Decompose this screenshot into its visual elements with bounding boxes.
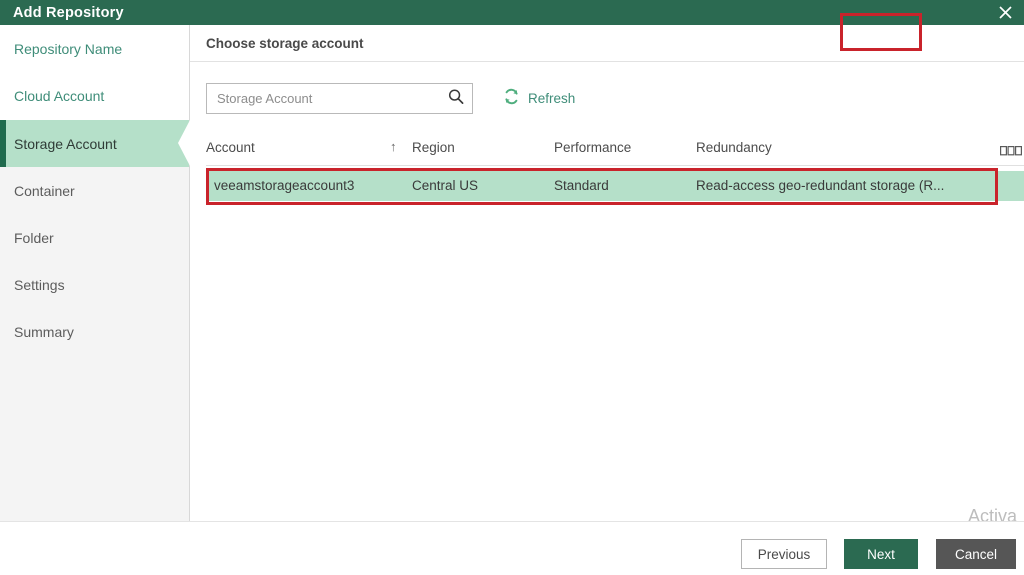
sidebar-item-label: Container (14, 182, 75, 199)
refresh-icon (503, 88, 520, 110)
window-title: Add Repository (13, 4, 124, 21)
sidebar-item-label: Storage Account (14, 135, 117, 152)
content-panel: Choose storage account Storage Account R… (190, 25, 1024, 521)
wizard-steps-sidebar: Repository Name Cloud Account Storage Ac… (0, 25, 190, 521)
title-bar: Add Repository (0, 0, 1024, 25)
search-field[interactable] (206, 83, 473, 114)
refresh-label: Refresh (528, 91, 576, 106)
sidebar-item-folder[interactable]: Folder (0, 214, 189, 261)
cell-region: Central US (412, 178, 479, 193)
toolbar: Refresh (206, 83, 575, 114)
cancel-button[interactable]: Cancel (936, 539, 1016, 569)
storage-account-table: Account ↑ Region Performance Redundancy … (206, 133, 1024, 201)
sidebar-item-label: Settings (14, 276, 65, 293)
sidebar-item-settings[interactable]: Settings (0, 261, 189, 308)
search-icon[interactable] (448, 88, 464, 109)
previous-button[interactable]: Previous (741, 539, 827, 569)
page-title: Choose storage account (206, 35, 364, 51)
refresh-button[interactable]: Refresh (503, 88, 575, 110)
dialog-footer: Previous Next Cancel (0, 521, 1024, 575)
column-header-account[interactable]: Account (206, 140, 255, 155)
search-input[interactable] (207, 84, 472, 113)
sidebar-item-label: Cloud Account (14, 87, 105, 104)
cell-performance: Standard (554, 178, 609, 193)
table-row[interactable]: veeamstorageaccount3 Central US Standard… (206, 171, 1024, 201)
content-header: Choose storage account (190, 25, 1024, 62)
column-header-region[interactable]: Region (412, 140, 455, 155)
next-button[interactable]: Next (844, 539, 918, 569)
add-repository-dialog: Add Repository Repository Name Cloud Acc… (0, 0, 1024, 575)
column-header-redundancy[interactable]: Redundancy (696, 140, 772, 155)
sidebar-item-storage-account[interactable]: Storage Account (0, 120, 190, 167)
columns-chooser-icon[interactable] (1000, 143, 1023, 161)
active-step-notch (178, 120, 190, 166)
sort-ascending-icon[interactable]: ↑ (390, 139, 397, 154)
sidebar-item-repository-name[interactable]: Repository Name (0, 25, 189, 72)
cell-redundancy: Read-access geo-redundant storage (R... (696, 178, 945, 193)
sidebar-item-summary[interactable]: Summary (0, 308, 189, 355)
table-header-row: Account ↑ Region Performance Redundancy (206, 133, 1024, 166)
sidebar-item-cloud-account[interactable]: Cloud Account (0, 72, 189, 119)
sidebar-item-label: Summary (14, 323, 74, 340)
cell-account: veeamstorageaccount3 (214, 178, 355, 193)
sidebar-item-label: Folder (14, 229, 54, 246)
sidebar-item-label: Repository Name (14, 40, 123, 57)
column-header-performance[interactable]: Performance (554, 140, 631, 155)
close-icon[interactable] (986, 0, 1024, 25)
sidebar-item-container[interactable]: Container (0, 167, 189, 214)
